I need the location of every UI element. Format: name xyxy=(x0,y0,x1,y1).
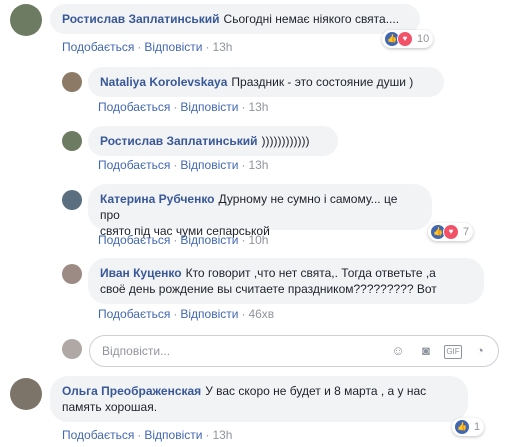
comment-bubble: Ростислав Заплатинський Сьогодні немає ні… xyxy=(50,4,420,34)
like-link[interactable]: Подобається xyxy=(98,233,170,247)
like-link[interactable]: Подобається xyxy=(98,307,170,321)
comment-line: Катерина Рубченко Дурному не сумно і само… xyxy=(100,191,420,223)
avatar[interactable] xyxy=(62,131,82,151)
comment-line: Иван Куценко Кто говорит ,что нет свята,.… xyxy=(100,265,472,281)
comment-time[interactable]: 13h xyxy=(248,100,268,114)
emoji-icon[interactable]: ☺ xyxy=(390,343,406,359)
avatar[interactable] xyxy=(62,264,82,284)
sticker-icon[interactable]: ◔ xyxy=(472,343,488,359)
comment-time[interactable]: 46хв xyxy=(248,307,274,321)
comment-author[interactable]: Ростислав Заплатинський xyxy=(100,134,258,148)
comment-actions: Подобається · Відповісти · 13h xyxy=(62,40,233,54)
reaction-count: 10 xyxy=(417,33,430,45)
comment-author[interactable]: Иван Куценко xyxy=(100,266,182,280)
like-reaction-icon: 👍 xyxy=(454,419,470,435)
avatar[interactable] xyxy=(10,378,42,410)
love-reaction-icon: ♥ xyxy=(397,31,413,47)
comment-bubble: Ольга Преображенская У вас скоро не будет… xyxy=(50,376,468,422)
reply-link[interactable]: Відповісти xyxy=(180,307,238,321)
like-link[interactable]: Подобається xyxy=(98,158,170,172)
comment-actions: Подобається · Відповісти · 10h xyxy=(98,233,269,247)
reaction-summary[interactable]: 👍 ♥ 7 xyxy=(428,223,474,241)
reply-link[interactable]: Відповісти xyxy=(144,428,202,442)
comment-author[interactable]: Катерина Рубченко xyxy=(100,192,215,206)
comment-text-line2: своё день рождение вы считаете празднико… xyxy=(100,282,437,296)
comment-time[interactable]: 13h xyxy=(248,158,268,172)
comment-actions: Подобається · Відповісти · 13h xyxy=(98,158,269,172)
reply-input[interactable]: Відповісти... ☺ ◙ GIF ◔ xyxy=(89,335,499,367)
reaction-summary[interactable]: 👍 1 xyxy=(452,418,485,436)
comment-text: У вас скоро не будет и 8 марта , а у нас xyxy=(205,384,427,398)
avatar[interactable] xyxy=(62,190,82,210)
current-user-avatar xyxy=(62,339,82,359)
like-link[interactable]: Подобається xyxy=(62,428,134,442)
reply-link[interactable]: Відповісти xyxy=(144,40,202,54)
comment-text: Праздник - это состояние души ) xyxy=(231,75,414,89)
comment-text: )))))))))))) xyxy=(261,134,310,148)
reaction-summary[interactable]: 👍 ♥ 10 xyxy=(382,30,434,48)
comment-time[interactable]: 10h xyxy=(248,233,268,247)
comment-bubble: Иван Куценко Кто говорит ,что нет свята,.… xyxy=(88,258,484,304)
comment-line: Ольга Преображенская У вас скоро не будет… xyxy=(62,383,456,399)
reply-placeholder: Відповісти... xyxy=(102,344,171,358)
like-link[interactable]: Подобається xyxy=(98,100,170,114)
comment-bubble: Nataliya Korolevskaya Праздник - это сост… xyxy=(88,67,444,97)
reply-link[interactable]: Відповісти xyxy=(180,233,238,247)
comment-text: Кто говорит ,что нет свята,. Тогда ответ… xyxy=(185,266,436,280)
comment-author[interactable]: Ростислав Заплатинський xyxy=(62,12,220,26)
gif-icon[interactable]: GIF xyxy=(444,345,462,359)
reply-link[interactable]: Відповісти xyxy=(180,100,238,114)
comment-text-line2: память хорошая. xyxy=(62,400,158,414)
avatar[interactable] xyxy=(10,4,42,36)
comment-actions: Подобається · Відповісти · 46хв xyxy=(98,307,275,321)
comment-time[interactable]: 13h xyxy=(212,40,232,54)
comment-text: Сьогодні немає ніякого свята.... xyxy=(223,12,400,26)
reaction-count: 1 xyxy=(474,421,481,433)
reaction-count: 7 xyxy=(463,226,470,238)
comment-author[interactable]: Ольга Преображенская xyxy=(62,384,201,398)
comment-bubble: Ростислав Заплатинський)))))))))))) xyxy=(88,126,338,156)
comment-actions: Подобається · Відповісти · 13h xyxy=(62,428,233,442)
comment-time[interactable]: 13h xyxy=(212,428,232,442)
camera-icon[interactable]: ◙ xyxy=(418,343,434,359)
reply-link[interactable]: Відповісти xyxy=(180,158,238,172)
like-link[interactable]: Подобається xyxy=(62,40,134,54)
comment-bubble: Катерина Рубченко Дурному не сумно і само… xyxy=(88,184,432,238)
comment-author[interactable]: Nataliya Korolevskaya xyxy=(100,75,227,89)
comment-actions: Подобається · Відповісти · 13h xyxy=(98,100,269,114)
love-reaction-icon: ♥ xyxy=(443,224,459,240)
avatar[interactable] xyxy=(62,72,82,92)
